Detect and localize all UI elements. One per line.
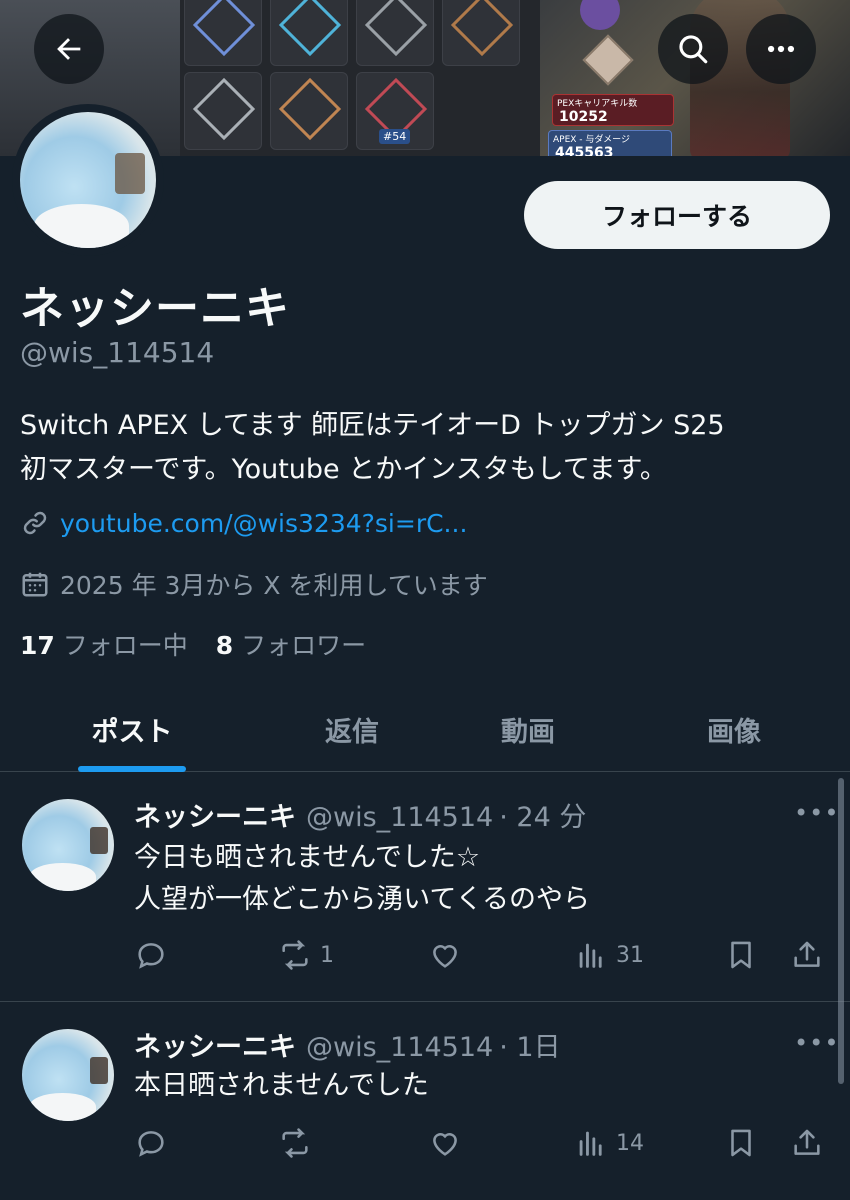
post-text: 今日も晒されませんでした☆ 人望が一体どこから湧いてくるのやら [134, 837, 590, 921]
bookmark-button[interactable] [724, 1123, 758, 1163]
post-author-name[interactable]: ネッシーニキ [134, 802, 296, 833]
views-count: 31 [616, 942, 644, 968]
post-text: 本日晒されませんでした [134, 1065, 429, 1107]
post-text-line: 本日晒されませんでした [134, 1070, 429, 1101]
post-text-line: 今日も晒されませんでした☆ [134, 842, 481, 873]
profile-link-row: youtube.com/@wis3234?si=rC... [20, 508, 467, 538]
followers-link[interactable]: 8 フォロワー [216, 626, 366, 662]
post-header: ネッシーニキ @wis_114514 · 1日 [134, 1025, 561, 1064]
rank-gem-icon [582, 34, 634, 86]
rank-medal-icon [580, 0, 620, 30]
rank-tile [270, 0, 348, 66]
following-link[interactable]: 17 フォロー中 [20, 626, 188, 662]
followers-count: 8 [215, 631, 234, 660]
post-avatar[interactable] [22, 799, 114, 891]
tab-posts[interactable]: ポスト [70, 686, 194, 772]
post-more-icon[interactable]: ••• [794, 1029, 839, 1057]
like-button[interactable] [428, 935, 462, 975]
repost-button[interactable]: 1 [278, 935, 334, 975]
following-count: 17 [20, 631, 55, 660]
post-time: · 24 分 [499, 802, 587, 833]
rank-stat-box: APEX - 与ダメージ 445563 [548, 130, 672, 156]
rank-tile [184, 72, 262, 150]
rank-stat-label: PEXキャリアキル数 [557, 99, 638, 109]
post-more-icon[interactable]: ••• [794, 799, 839, 827]
arrow-left-icon [57, 38, 81, 60]
rank-tile [442, 0, 520, 66]
share-button[interactable] [790, 935, 824, 975]
profile-avatar[interactable] [12, 104, 164, 256]
post-time: · 1日 [499, 1032, 561, 1063]
joined-row: 2025 年 3月から X を利用しています [20, 566, 488, 602]
tab-videos[interactable]: 動画 [476, 686, 580, 772]
bookmark-button[interactable] [724, 935, 758, 975]
rank-tile [184, 0, 262, 66]
rank-tile: #54 [356, 72, 434, 150]
reply-icon [138, 1131, 164, 1157]
post-item[interactable]: ネッシーニキ @wis_114514 · 24 分 ••• 今日も晒されませんでした… [0, 773, 850, 1002]
rank-tile [270, 72, 348, 150]
bar-chart-icon [579, 943, 602, 968]
display-name: ネッシーニキ [20, 283, 290, 334]
repost-button[interactable] [278, 1123, 312, 1163]
link-icon [23, 511, 47, 535]
post-header: ネッシーニキ @wis_114514 · 24 分 [134, 795, 586, 834]
views-count: 14 [616, 1130, 644, 1156]
follow-button[interactable]: フォローする [524, 181, 830, 249]
share-button[interactable] [790, 1123, 824, 1163]
search-button[interactable] [658, 14, 728, 84]
like-button[interactable] [428, 1123, 462, 1163]
followers-label: フォロワー [241, 631, 367, 660]
rank-stat-value: 10252 [559, 109, 608, 125]
back-button[interactable] [34, 14, 104, 84]
calendar-icon [22, 572, 48, 597]
avatar-image [20, 112, 156, 248]
following-label: フォロー中 [62, 631, 188, 660]
profile-link[interactable]: youtube.com/@wis3234?si=rC... [60, 509, 467, 538]
heart-icon [433, 945, 457, 968]
rank-stat-box: PEXキャリアキル数 10252 [552, 94, 674, 126]
repost-icon [282, 1128, 308, 1158]
rank-stat-value: 445563 [555, 145, 614, 156]
reply-icon [138, 943, 164, 969]
active-tab-indicator [78, 766, 186, 772]
post-author-name[interactable]: ネッシーニキ [134, 1032, 296, 1063]
more-icon [767, 45, 795, 53]
scrollbar[interactable] [838, 778, 844, 1084]
post-actions: 1 31 [134, 935, 830, 975]
bio-line: Switch APEX してます 師匠はテイオーD トップガン S25 [20, 410, 725, 441]
bio-line: 初マスターです。Youtube とかインスタもしてます。 [20, 454, 667, 485]
bookmark-icon [731, 1129, 751, 1157]
share-icon [794, 1129, 820, 1155]
share-icon [794, 941, 820, 967]
reply-button[interactable] [134, 1123, 168, 1163]
post-avatar[interactable] [22, 1029, 114, 1121]
profile-bio: Switch APEX してます 師匠はテイオーD トップガン S25 初マスタ… [20, 404, 820, 492]
rank-tile [356, 0, 434, 66]
post-author-handle: @wis_114514 [306, 802, 494, 833]
post-text-line: 人望が一体どこから湧いてくるのやら [134, 884, 591, 915]
views-button[interactable]: 31 [574, 935, 644, 975]
rank-stat-label: APEX - 与ダメージ [553, 135, 630, 145]
reply-button[interactable] [134, 935, 168, 975]
heart-icon [433, 1133, 457, 1156]
post-item[interactable]: ネッシーニキ @wis_114514 · 1日 ••• 本日晒されませんでした 14 [0, 1003, 850, 1200]
views-button[interactable]: 14 [574, 1123, 644, 1163]
follow-counts: 17 フォロー中 8 フォロワー [20, 626, 366, 662]
search-icon [679, 35, 708, 64]
bar-chart-icon [579, 1131, 602, 1156]
tab-replies[interactable]: 返信 [300, 686, 404, 772]
post-actions: 14 [134, 1123, 830, 1163]
post-author-handle: @wis_114514 [306, 1032, 494, 1063]
joined-date: 2025 年 3月から X を利用しています [60, 571, 488, 600]
repost-count: 1 [320, 942, 334, 968]
rank-badge-number: #54 [379, 129, 411, 144]
bookmark-icon [731, 941, 751, 969]
more-button[interactable] [746, 14, 816, 84]
banner-rank-grid: #54 [180, 0, 540, 156]
repost-icon [282, 940, 308, 970]
profile-handle: @wis_114514 [20, 336, 215, 369]
tab-images[interactable]: 画像 [682, 686, 786, 772]
profile-tabs: ポスト 返信 動画 画像 [0, 686, 850, 772]
